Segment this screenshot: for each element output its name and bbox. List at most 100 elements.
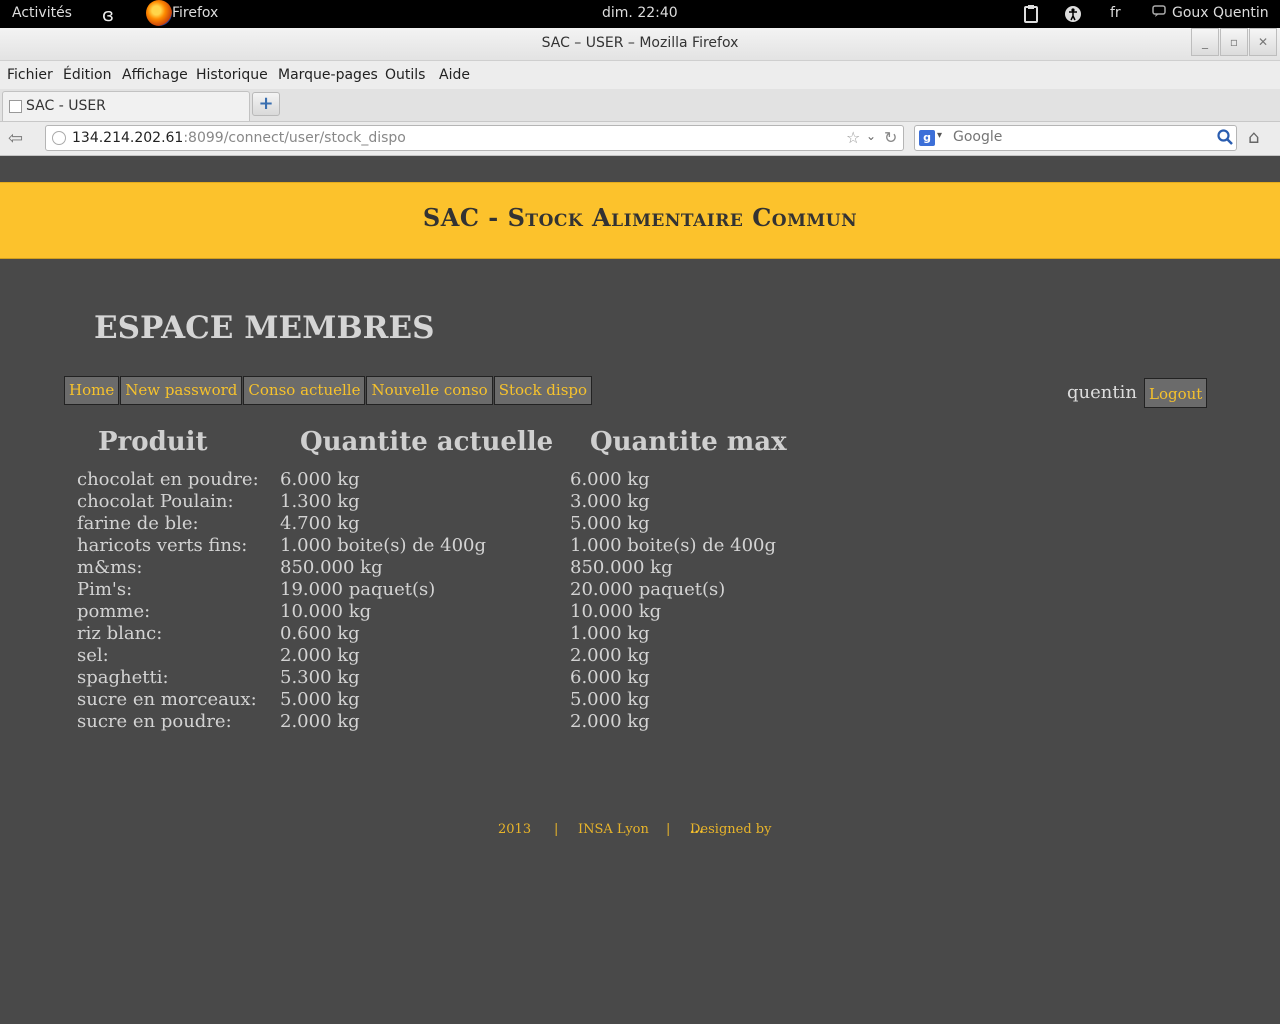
system-top-bar: Activités ɞ Firefox dim. 22:40 fr Goux Q… <box>0 0 1280 28</box>
current-quantity: 850.000 kg <box>280 557 383 578</box>
product-name: Pim's: <box>77 579 133 600</box>
bookmark-star-icon[interactable]: ☆ <box>846 128 860 147</box>
footer-year: 2013 <box>498 822 532 837</box>
menu-edition[interactable]: Édition <box>63 67 111 83</box>
back-arrow-icon[interactable]: ⇦ <box>8 128 23 149</box>
product-name: sucre en morceaux: <box>77 689 257 710</box>
product-name: sel: <box>77 645 109 666</box>
max-quantity: 1.000 kg <box>570 623 650 644</box>
clock[interactable]: dim. 22:40 <box>602 5 678 21</box>
member-nav: Home New password Conso actuelle Nouvell… <box>64 376 593 405</box>
menu-bar: Fichier Édition Affichage Historique Mar… <box>0 61 1280 89</box>
max-quantity: 3.000 kg <box>570 491 650 512</box>
nav-new-password[interactable]: New password <box>120 376 243 405</box>
footer-designer-link[interactable]: ... <box>690 822 704 837</box>
product-name: spaghetti: <box>77 667 169 688</box>
footer-separator: | <box>666 822 671 837</box>
app-menu[interactable]: Firefox <box>172 5 218 21</box>
accessibility-icon[interactable] <box>1064 5 1082 23</box>
tab-sac-user[interactable]: SAC - USER <box>2 91 250 121</box>
search-bar: g ▾ <box>914 125 1237 151</box>
url-bar[interactable]: 134.214.202.61:8099/connect/user/stock_d… <box>45 125 904 151</box>
product-name: m&ms: <box>77 557 143 578</box>
column-header-quantite-actuelle: Quantite actuelle <box>300 427 554 457</box>
max-quantity: 850.000 kg <box>570 557 673 578</box>
site-title: SAC - Stock Alimentaire Commun <box>422 203 858 232</box>
url-path: :8099/connect/user/stock_dispo <box>183 130 406 146</box>
new-tab-button[interactable]: + <box>252 92 280 116</box>
menu-outils[interactable]: Outils <box>385 67 425 83</box>
current-quantity: 6.000 kg <box>280 469 360 490</box>
window-title-bar: SAC – USER – Mozilla Firefox _ ▫ ✕ <box>0 28 1280 61</box>
nav-conso-actuelle[interactable]: Conso actuelle <box>243 376 366 405</box>
product-name: pomme: <box>77 601 151 622</box>
globe-icon <box>52 131 66 145</box>
search-input[interactable] <box>951 128 1215 146</box>
firefox-logo-icon <box>146 0 172 26</box>
product-name: sucre en poudre: <box>77 711 232 732</box>
gnome-foot-icon: ɞ <box>102 5 114 26</box>
logout-button[interactable]: Logout <box>1144 378 1208 408</box>
search-engine-icon[interactable]: g <box>919 130 935 146</box>
window-title: SAC – USER – Mozilla Firefox <box>541 35 739 51</box>
minimize-button[interactable]: _ <box>1191 28 1219 56</box>
current-quantity: 2.000 kg <box>280 645 360 666</box>
nav-stock-dispo[interactable]: Stock dispo <box>493 376 593 405</box>
chat-icon[interactable] <box>1152 5 1166 17</box>
home-icon[interactable]: ⌂ <box>1248 127 1259 148</box>
current-quantity: 19.000 paquet(s) <box>280 579 436 600</box>
current-quantity: 0.600 kg <box>280 623 360 644</box>
footer-org: INSA Lyon <box>578 822 649 837</box>
maximize-button[interactable]: ▫ <box>1220 28 1248 56</box>
menu-historique[interactable]: Historique <box>196 67 268 83</box>
max-quantity: 1.000 boite(s) de 400g <box>570 535 777 556</box>
search-icon[interactable] <box>1217 129 1233 149</box>
language-indicator[interactable]: fr <box>1110 5 1121 21</box>
product-name: chocolat Poulain: <box>77 491 234 512</box>
current-quantity: 5.300 kg <box>280 667 360 688</box>
url-host: 134.214.202.61 <box>72 130 184 146</box>
max-quantity: 5.000 kg <box>570 513 650 534</box>
current-quantity: 5.000 kg <box>280 689 360 710</box>
web-page: SAC - Stock Alimentaire Commun ESPACE ME… <box>0 156 1280 1024</box>
close-button[interactable]: ✕ <box>1249 28 1277 56</box>
tab-title: SAC - USER <box>26 98 106 114</box>
chevron-down-icon[interactable]: ⌄ <box>866 129 876 143</box>
menu-aide[interactable]: Aide <box>439 67 470 83</box>
max-quantity: 10.000 kg <box>570 601 662 622</box>
activities-button[interactable]: Activités <box>12 5 72 21</box>
tab-bar: SAC - USER + <box>0 89 1280 122</box>
max-quantity: 2.000 kg <box>570 645 650 666</box>
product-name: haricots verts fins: <box>77 535 248 556</box>
user-menu[interactable]: Goux Quentin <box>1172 5 1269 21</box>
menu-fichier[interactable]: Fichier <box>7 67 53 83</box>
reload-icon[interactable]: ↻ <box>884 128 897 147</box>
site-banner: SAC - Stock Alimentaire Commun <box>0 182 1280 259</box>
current-quantity: 1.000 boite(s) de 400g <box>280 535 487 556</box>
nav-nouvelle-conso[interactable]: Nouvelle conso <box>366 376 493 405</box>
max-quantity: 5.000 kg <box>570 689 650 710</box>
logged-in-username: quentin <box>1067 382 1137 403</box>
navigation-bar: ⇦ 134.214.202.61:8099/connect/user/stock… <box>0 122 1280 156</box>
product-name: riz blanc: <box>77 623 163 644</box>
max-quantity: 6.000 kg <box>570 469 650 490</box>
chevron-down-icon[interactable]: ▾ <box>937 130 942 141</box>
column-header-produit: Produit <box>98 427 208 457</box>
clipboard-icon[interactable] <box>1024 5 1038 23</box>
footer-separator: | <box>554 822 559 837</box>
column-header-quantite-max: Quantite max <box>590 427 787 457</box>
max-quantity: 6.000 kg <box>570 667 650 688</box>
product-name: farine de ble: <box>77 513 199 534</box>
current-quantity: 10.000 kg <box>280 601 372 622</box>
page-title: ESPACE MEMBRES <box>94 310 435 346</box>
max-quantity: 20.000 paquet(s) <box>570 579 726 600</box>
max-quantity: 2.000 kg <box>570 711 650 732</box>
nav-home[interactable]: Home <box>64 376 120 405</box>
menu-affichage[interactable]: Affichage <box>122 67 188 83</box>
current-quantity: 2.000 kg <box>280 711 360 732</box>
product-name: chocolat en poudre: <box>77 469 259 490</box>
menu-marque-pages[interactable]: Marque-pages <box>278 67 378 83</box>
current-quantity: 4.700 kg <box>280 513 360 534</box>
current-quantity: 1.300 kg <box>280 491 360 512</box>
page-icon <box>9 100 22 113</box>
